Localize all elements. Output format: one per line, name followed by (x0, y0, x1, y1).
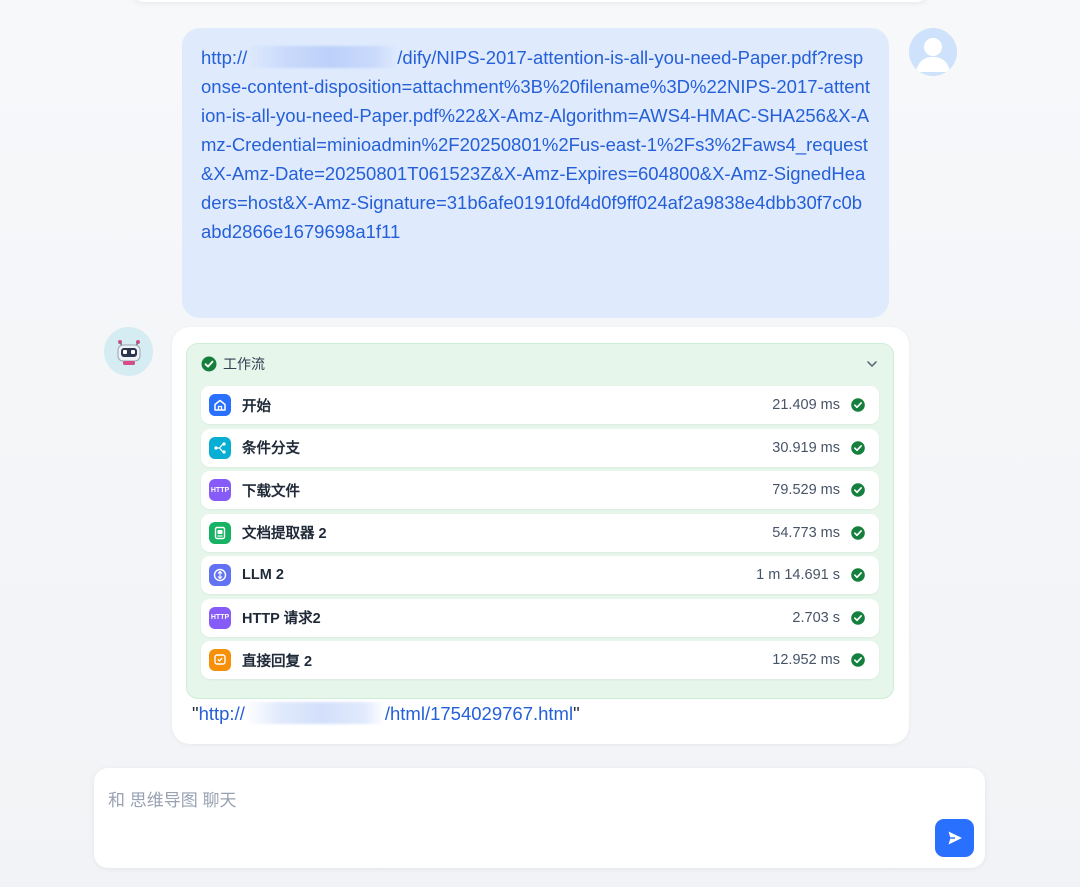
success-check-icon (851, 440, 865, 455)
workflow-node-name: HTTP 请求2 (242, 611, 321, 627)
workflow-node-time: 21.409 ms (772, 397, 840, 413)
llm-icon (209, 564, 231, 586)
chat-input-box (94, 768, 985, 868)
workflow-node-row[interactable]: HTTP 下载文件 79.529 ms (201, 471, 879, 509)
chat-input[interactable] (108, 786, 888, 846)
workflow-node-row[interactable]: 条件分支 30.919 ms (201, 428, 879, 467)
home-icon (209, 394, 231, 416)
bot-avatar (104, 327, 153, 376)
success-check-icon (851, 568, 865, 582)
send-icon (948, 831, 962, 845)
workflow-node-name: 下载文件 (242, 483, 300, 500)
workflow-node-time: 30.919 ms (772, 439, 840, 456)
workflow-header[interactable]: 工作流 (201, 353, 879, 375)
answer-icon (209, 649, 231, 671)
result-url-path[interactable]: /html/1754029767.html (385, 703, 573, 724)
success-check-icon (851, 483, 865, 497)
success-check-icon (851, 398, 865, 412)
doc-extractor-icon (209, 521, 231, 544)
workflow-node-time: 2.703 s (792, 609, 840, 626)
success-check-icon (851, 525, 865, 540)
robot-icon (117, 339, 140, 365)
result-open-quote: " (192, 703, 199, 724)
chevron-down-icon[interactable] (865, 357, 879, 371)
workflow-node-row[interactable]: 开始 21.409 ms (201, 386, 879, 424)
workflow-node-name: 条件分支 (242, 441, 300, 457)
workflow-node-name: 开始 (242, 398, 271, 415)
bot-message-card: 工作流 开始 21.409 ms 条件分支 30.919 ms HTTP 下载文件 79.5… (172, 327, 909, 744)
workflow-node-row[interactable]: 文档提取器 2 54.773 ms (201, 513, 879, 552)
workflow-node-name: 直接回复 2 (242, 653, 313, 670)
result-close-quote: " (573, 703, 580, 724)
http-icon: HTTP (209, 479, 231, 501)
previous-message-card (130, 0, 930, 2)
result-url-prefix[interactable]: http:// (199, 703, 245, 724)
redacted-host (247, 46, 398, 68)
user-avatar (909, 28, 957, 76)
user-message-bubble: http:///dify/NIPS-2017-attention-is-all-… (182, 28, 889, 318)
workflow-node-time: 1 m 14.691 s (756, 567, 840, 583)
branch-icon (209, 436, 231, 459)
redacted-host (244, 702, 385, 724)
workflow-node-time: 12.952 ms (772, 652, 840, 668)
workflow-node-row[interactable]: HTTP HTTP 请求2 2.703 s (201, 598, 879, 637)
http-icon: HTTP (209, 606, 231, 629)
workflow-node-name: LLM 2 (242, 567, 284, 583)
workflow-node-row[interactable]: LLM 2 1 m 14.691 s (201, 556, 879, 594)
user-avatar-icon (909, 28, 957, 76)
workflow-node-row[interactable]: 直接回复 2 12.952 ms (201, 641, 879, 679)
workflow-node-time: 79.529 ms (772, 482, 840, 498)
result-text: "http:///html/1754029767.html" (192, 702, 580, 725)
user-url-text[interactable]: /dify/NIPS-2017-attention-is-all-you-nee… (201, 47, 870, 242)
user-url-prefix: http:// (201, 47, 248, 68)
workflow-title: 工作流 (223, 356, 265, 372)
success-check-icon (851, 610, 865, 625)
send-button[interactable] (935, 819, 974, 857)
workflow-panel: 工作流 开始 21.409 ms 条件分支 30.919 ms HTTP 下载文件 79.5… (186, 343, 894, 699)
success-check-icon (851, 653, 865, 667)
workflow-node-time: 54.773 ms (772, 524, 840, 541)
success-check-icon (201, 356, 217, 372)
workflow-node-name: 文档提取器 2 (242, 526, 327, 542)
